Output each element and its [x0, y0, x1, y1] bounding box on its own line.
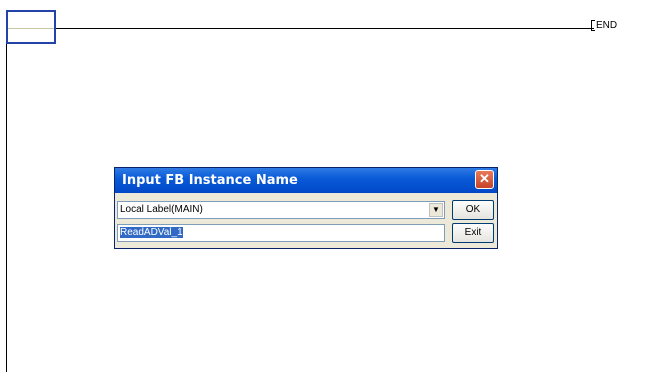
instance-name-input[interactable]: ReadADVal_1 — [117, 224, 445, 242]
dialog-titlebar[interactable]: Input FB Instance Name ✕ — [115, 168, 497, 193]
input-fb-instance-name-dialog: Input FB Instance Name ✕ Local Label(MAI… — [114, 167, 498, 249]
instance-name-value: ReadADVal_1 — [120, 227, 183, 238]
dialog-title: Input FB Instance Name — [122, 173, 298, 188]
ok-button[interactable]: OK — [452, 200, 494, 220]
label-scope-value: Local Label(MAIN) — [120, 204, 203, 215]
end-bracket-icon — [591, 20, 595, 31]
ladder-cursor[interactable] — [6, 10, 56, 44]
left-power-rail — [6, 10, 7, 372]
close-icon: ✕ — [479, 171, 490, 186]
exit-button[interactable]: Exit — [452, 223, 494, 243]
end-label: END — [596, 20, 618, 31]
ladder-rung-line — [6, 28, 594, 29]
dropdown-arrow-icon[interactable]: ▼ — [429, 203, 443, 217]
end-instruction[interactable]: END — [591, 20, 617, 31]
close-button[interactable]: ✕ — [475, 170, 494, 189]
label-scope-select[interactable]: Local Label(MAIN) ▼ — [117, 201, 445, 219]
